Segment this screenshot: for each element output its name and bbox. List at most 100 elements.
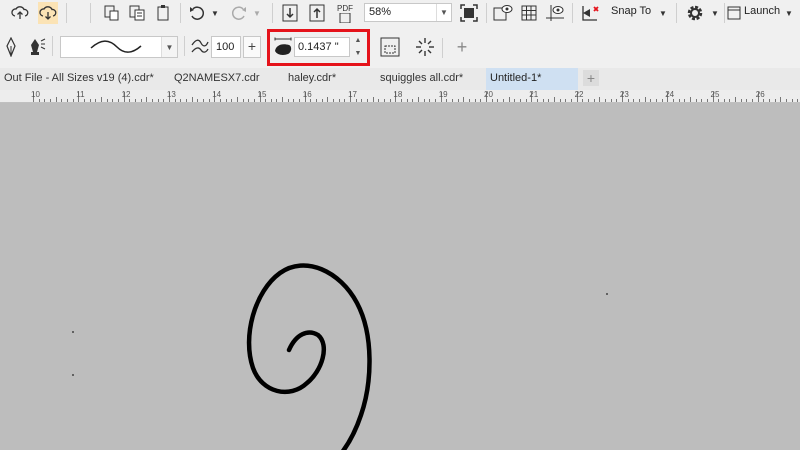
ruler-label: 15: [257, 90, 267, 99]
horizontal-ruler[interactable]: 10 11 12 13 14 15 16 17 18 19 20 21 22 23 24 25 26: [0, 90, 800, 103]
ruler-minor-tick: [502, 99, 504, 102]
ruler-minor-tick: [701, 99, 703, 102]
clipboard-icon[interactable]: [152, 2, 174, 24]
ruler-minor-tick: [265, 99, 267, 102]
redo-icon[interactable]: [228, 2, 250, 24]
ruler-label: 26: [755, 90, 765, 99]
spin-down-icon[interactable]: ▼: [355, 50, 362, 57]
snap-to-icon[interactable]: [578, 2, 602, 24]
ruler-minor-tick: [321, 99, 323, 102]
publish-pdf-button[interactable]: PDF: [333, 2, 357, 24]
ruler-minor-tick: [718, 99, 720, 102]
smoothing-input[interactable]: 100: [211, 36, 241, 58]
ruler-minor-tick: [570, 99, 572, 102]
ruler-label: 20: [484, 90, 493, 99]
ruler-minor-tick: [112, 99, 114, 102]
ruler-minor-tick: [536, 99, 538, 102]
ruler-minor-tick: [452, 99, 454, 102]
outline-width-spinner[interactable]: ▲ ▼: [352, 37, 364, 57]
ruler-minor-tick: [463, 97, 465, 102]
chevron-down-icon[interactable]: ▼: [161, 37, 177, 57]
ruler-minor-tick: [66, 99, 68, 102]
ruler-minor-tick: [225, 99, 227, 102]
outline-width-input[interactable]: 0.1437 ": [294, 37, 350, 57]
ruler-label: 24: [665, 90, 675, 99]
bounding-box-icon[interactable]: [378, 36, 402, 58]
ruler-minor-tick: [599, 97, 601, 102]
show-grid-icon[interactable]: [518, 2, 540, 24]
ruler-minor-tick: [610, 99, 612, 102]
spiral-curve-shape[interactable]: [0, 103, 800, 450]
ruler-minor-tick: [497, 99, 499, 102]
export-arrow-icon[interactable]: [307, 2, 327, 24]
ruler-label: 11: [76, 90, 85, 99]
options-dropdown-icon[interactable]: ▼: [710, 2, 720, 24]
ruler-minor-tick: [684, 99, 686, 102]
ruler-minor-tick: [163, 99, 165, 102]
zoom-level-select[interactable]: 58% ▼: [364, 3, 452, 22]
ruler-minor-tick: [723, 99, 725, 102]
launch-app-icon[interactable]: [726, 2, 742, 24]
ruler-minor-tick: [418, 97, 420, 102]
ruler-minor-tick: [282, 97, 284, 102]
show-rulers-icon[interactable]: [492, 2, 514, 24]
ruler-label: 22: [574, 90, 584, 99]
show-guidelines-icon[interactable]: [544, 2, 566, 24]
import-icon[interactable]: [100, 2, 122, 24]
undo-icon[interactable]: [186, 2, 208, 24]
ruler-label: 12: [121, 90, 131, 99]
ruler-minor-tick: [740, 99, 742, 102]
ruler-label: 19: [438, 90, 448, 99]
ruler-minor-tick: [106, 99, 108, 102]
ruler-minor-tick: [519, 99, 521, 102]
smoothing-icon: [190, 36, 210, 58]
ruler-minor-tick: [763, 99, 765, 102]
ruler-minor-tick: [367, 99, 369, 102]
launch-label[interactable]: Launch: [744, 5, 780, 17]
tab-untitled-1[interactable]: Untitled-1*: [486, 68, 578, 90]
ruler-minor-tick: [542, 99, 544, 102]
ruler-label: 14: [212, 90, 222, 99]
show-nodes-icon[interactable]: [414, 36, 436, 58]
ruler-minor-tick: [129, 99, 131, 102]
ruler-minor-tick: [633, 99, 635, 102]
launch-dropdown-icon[interactable]: ▼: [784, 2, 794, 24]
full-screen-preview-icon[interactable]: [458, 2, 480, 24]
tab-squiggles-all[interactable]: squiggles all.cdr*: [376, 68, 480, 90]
ruler-minor-tick: [361, 99, 363, 102]
cloud-download-icon[interactable]: [38, 2, 58, 24]
cloud-upload-icon[interactable]: [10, 2, 30, 24]
ruler-minor-tick: [644, 97, 646, 102]
ruler-minor-tick: [293, 99, 295, 102]
brush-stroke-select[interactable]: ▼: [60, 36, 178, 58]
pdf-document-icon: [339, 12, 351, 23]
gear-icon[interactable]: [684, 2, 706, 24]
ruler-minor-tick: [435, 99, 437, 102]
import-arrow-icon[interactable]: [280, 2, 300, 24]
ruler-minor-tick: [344, 99, 346, 102]
freehand-pen-icon[interactable]: [2, 36, 20, 58]
ruler-minor-tick: [780, 97, 782, 102]
add-property-button[interactable]: +: [452, 36, 472, 58]
drawing-canvas[interactable]: [0, 103, 800, 450]
ruler-minor-tick: [389, 99, 391, 102]
chevron-down-icon[interactable]: ▼: [436, 4, 451, 21]
smoothing-slider-button[interactable]: +: [243, 36, 261, 58]
ruler-label: 17: [348, 90, 357, 99]
ruler-label: 10: [31, 90, 40, 99]
ruler-minor-tick: [355, 99, 357, 102]
ruler-label: 13: [166, 90, 176, 99]
tab-haley[interactable]: haley.cdr*: [284, 68, 364, 90]
undo-dropdown-icon[interactable]: ▼: [210, 2, 220, 24]
redo-dropdown-icon[interactable]: ▼: [252, 2, 262, 24]
ruler-label: 25: [710, 90, 720, 99]
snap-to-label[interactable]: Snap To: [611, 5, 651, 17]
export-icon[interactable]: [126, 2, 148, 24]
tab-q2namesx7[interactable]: Q2NAMESX7.cdr: [170, 68, 270, 90]
calligraphic-pen-icon[interactable]: [26, 36, 48, 58]
ruler-minor-tick: [672, 99, 674, 102]
new-tab-button[interactable]: +: [583, 70, 599, 86]
tab-out-file[interactable]: Out File - All Sizes v19 (4).cdr*: [0, 68, 160, 90]
snap-dropdown-icon[interactable]: ▼: [658, 2, 668, 24]
spin-up-icon[interactable]: ▲: [355, 37, 362, 44]
